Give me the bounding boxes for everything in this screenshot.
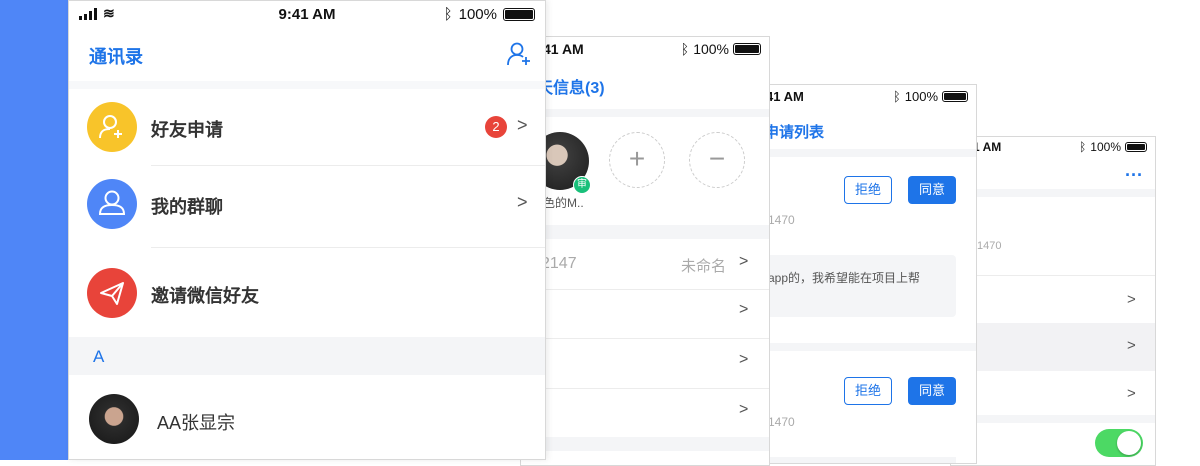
battery-icon <box>503 8 535 21</box>
status-time: 1 AM <box>973 140 1002 154</box>
phone-screen-request-list: 41 AM ᛒ 100% 申请列表 拒绝 同意 1470 app的，我希望能在项… <box>745 84 977 464</box>
divider <box>521 338 769 339</box>
battery-text: 100% <box>1090 140 1121 154</box>
section-header: A <box>69 337 545 375</box>
battery-text: 100% <box>693 41 729 57</box>
section-gap <box>521 437 769 451</box>
group-chat-icon <box>87 179 137 229</box>
battery-text: 100% <box>904 89 938 104</box>
friend-requests-row[interactable]: 好友申请 2 > <box>69 87 545 167</box>
wifi-icon: ≋ <box>103 5 115 21</box>
request-count-badge: 2 <box>485 116 507 138</box>
chevron-right-icon[interactable]: > <box>1127 291 1136 308</box>
chevron-right-icon: > <box>1127 337 1136 354</box>
page-title: 申请列表 <box>764 124 825 141</box>
phone-screen-contacts: ≋ 9:41 AM ᛒ 100% 通讯录 好友申请 2 > 我的群聊 > 邀请微… <box>68 0 546 460</box>
contact-name: AA张显宗 <box>157 413 236 433</box>
bluetooth-icon: ᛒ <box>1079 140 1087 154</box>
friend-request-icon <box>87 102 137 152</box>
section-gap <box>951 189 1155 197</box>
more-icon[interactable]: ··· <box>1125 165 1143 186</box>
status-bar: ≋ 9:41 AM ᛒ 100% <box>69 1 545 29</box>
battery-icon <box>1125 142 1147 152</box>
section-gap <box>951 415 1155 423</box>
status-bar: 41 AM ᛒ 100% <box>746 85 976 109</box>
accept-button[interactable]: 同意 <box>908 176 956 204</box>
section-gap <box>746 343 976 351</box>
reject-button[interactable]: 拒绝 <box>844 377 892 405</box>
invite-wechat-label: 邀请微信好友 <box>151 286 259 306</box>
status-bar: 1 AM ᛒ 100% <box>951 137 1155 159</box>
add-member-button[interactable]: + <box>609 132 665 188</box>
divider <box>521 388 769 389</box>
member-badge: 审 <box>573 176 591 194</box>
reject-button[interactable]: 拒绝 <box>844 176 892 204</box>
my-groups-label: 我的群聊 <box>151 197 223 217</box>
remark-value: 未命名 <box>681 258 727 275</box>
id-number: 1470 <box>977 240 1002 252</box>
chevron-right-icon[interactable]: > <box>1127 385 1136 402</box>
avatar <box>89 394 139 444</box>
phone-screen-settings: 1 AM ᛒ 100% ··· 1470 > > > <box>950 136 1156 466</box>
contact-row[interactable]: AA张显宗 <box>69 379 545 459</box>
battery-icon <box>733 43 761 55</box>
divider <box>521 289 769 290</box>
id-number: 1470 <box>768 415 795 429</box>
toggle-knob <box>1117 431 1141 455</box>
chevron-right-icon[interactable]: > <box>739 301 748 319</box>
message-box: app的，我希望能在项目上帮 <box>760 255 956 317</box>
battery-text: 100% <box>458 6 497 23</box>
plus-icon: + <box>628 143 646 174</box>
section-gap <box>746 149 976 157</box>
divider <box>951 275 1155 276</box>
settings-row-highlight[interactable]: > <box>951 323 1155 371</box>
phone-screen-group-info: 41 AM ᛒ 100% 天信息(3) 审 色的M.. + − 2147 未命名… <box>520 36 770 466</box>
accept-button[interactable]: 同意 <box>908 377 956 405</box>
section-gap <box>521 109 769 117</box>
friend-requests-label: 好友申请 <box>151 120 223 140</box>
battery-icon <box>942 91 968 102</box>
divider <box>151 247 545 248</box>
status-time: 9:41 AM <box>278 6 336 23</box>
signal-icon <box>79 7 97 20</box>
status-bar: 41 AM ᛒ 100% <box>521 37 769 63</box>
message-box <box>760 457 956 463</box>
remove-member-button[interactable]: − <box>689 132 745 188</box>
paper-plane-icon <box>87 268 137 318</box>
status-time: 41 AM <box>543 41 584 57</box>
section-gap <box>521 225 769 239</box>
group-id-row[interactable]: 2147 未命名 > <box>521 239 769 289</box>
section-letter: A <box>93 347 105 366</box>
status-time: 41 AM <box>766 89 804 104</box>
member-name: 色的M.. <box>543 196 584 210</box>
chevron-right-icon: > <box>739 253 749 270</box>
page-title: 通讯录 <box>89 47 143 67</box>
my-groups-row[interactable]: 我的群聊 > <box>69 165 545 245</box>
bluetooth-icon: ᛒ <box>443 6 453 23</box>
group-id: 2147 <box>541 255 577 272</box>
add-contact-icon[interactable] <box>506 41 532 67</box>
bluetooth-icon: ᛒ <box>892 89 901 104</box>
id-number: 1470 <box>768 213 795 227</box>
chevron-right-icon: > <box>517 115 528 135</box>
chevron-right-icon[interactable]: > <box>739 401 748 419</box>
message-text: app的，我希望能在项目上帮 <box>768 271 921 285</box>
toggle-switch[interactable] <box>1095 429 1143 457</box>
page-title: 天信息(3) <box>537 80 605 97</box>
chevron-right-icon: > <box>517 192 528 212</box>
bluetooth-icon: ᛒ <box>680 41 690 57</box>
minus-icon: − <box>708 143 726 174</box>
chevron-right-icon[interactable]: > <box>739 351 748 369</box>
signal-wifi: ≋ <box>79 5 115 22</box>
invite-wechat-row[interactable]: 邀请微信好友 <box>69 251 545 331</box>
